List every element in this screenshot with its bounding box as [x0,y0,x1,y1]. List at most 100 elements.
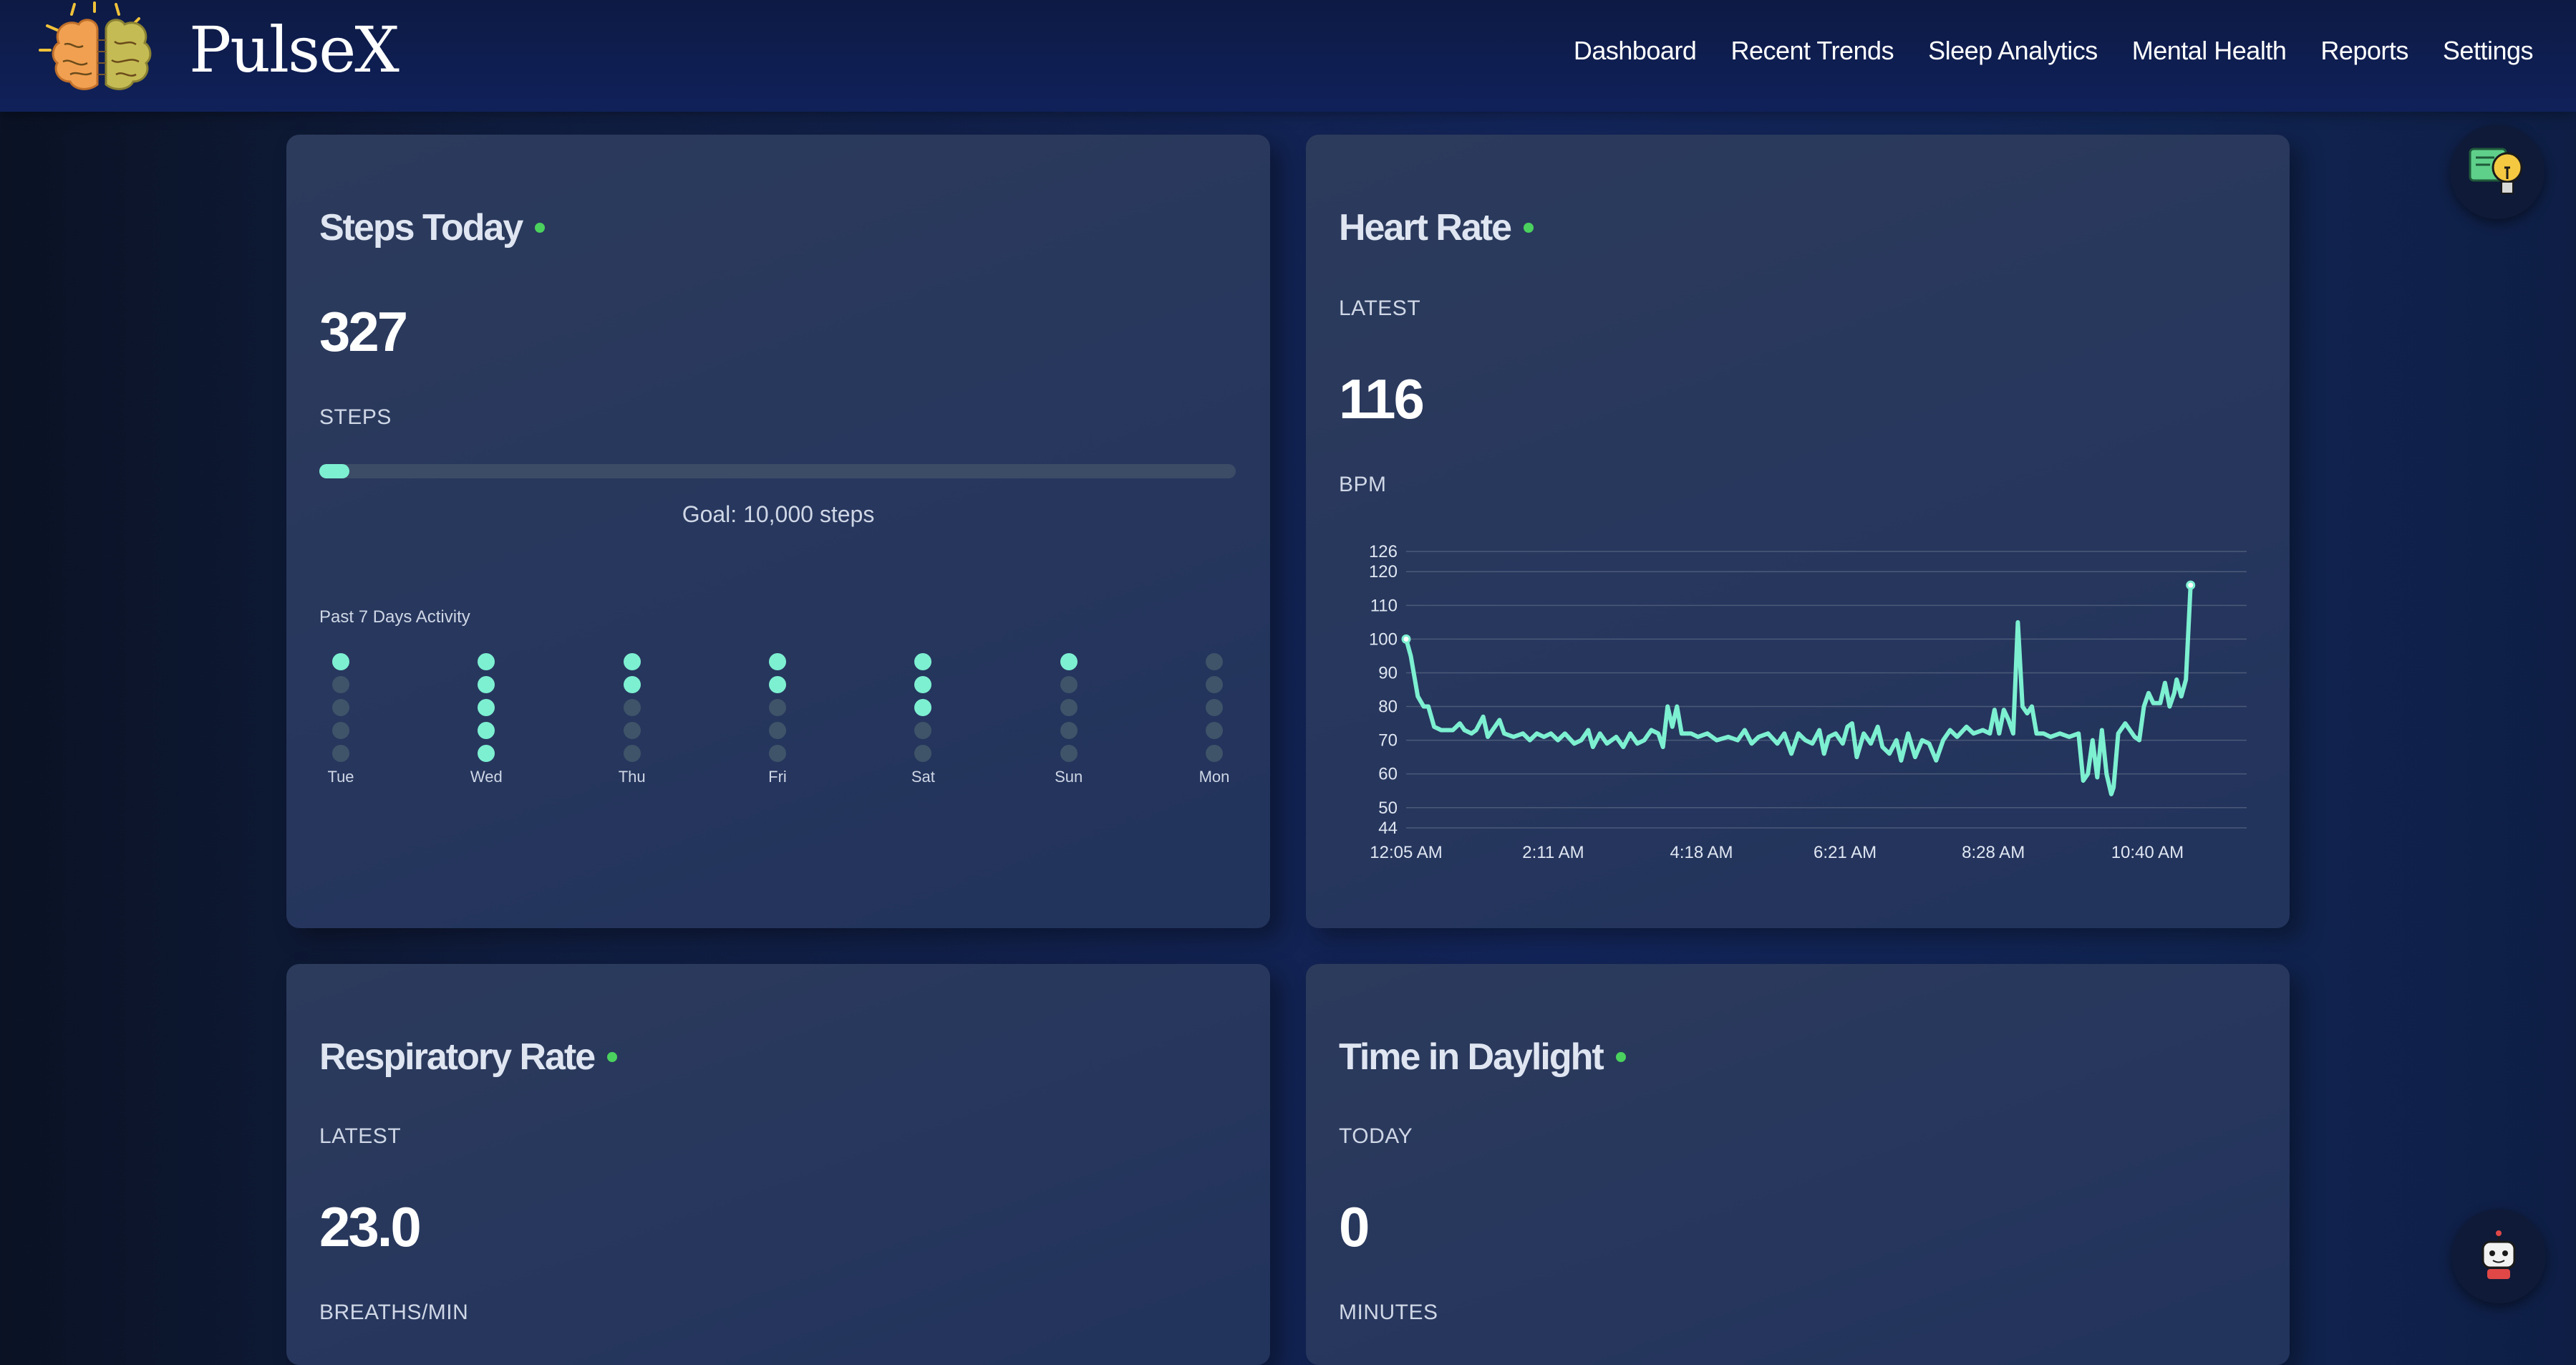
y-tick-label: 44 [1378,819,1398,838]
live-status-dot [1524,223,1534,233]
activity-dot [478,745,495,762]
activity-dot [623,699,641,716]
x-tick-label: 2:11 AM [1522,843,1584,862]
daylight-sublabel: TODAY [1339,1124,1413,1148]
y-tick-label: 100 [1369,630,1398,649]
past-7-days-label: Past 7 Days Activity [319,607,470,627]
help-tips-button[interactable] [2450,125,2544,219]
activity-dot [623,722,641,739]
activity-dot [914,745,932,762]
x-tick-label: 6:21 AM [1814,843,1877,862]
day-label: Sat [911,768,935,786]
activity-dot [623,745,641,762]
activity-dot [1206,722,1223,739]
x-tick-label: 8:28 AM [1962,843,2025,862]
activity-dot [1060,699,1078,716]
app-name: PulseX [189,13,400,87]
robot-assistant-icon [2481,1230,2516,1279]
daylight-card-title: Time in Daylight [1339,1036,1626,1079]
activity-dot [1060,676,1078,693]
daylight-title-text: Time in Daylight [1339,1036,1604,1078]
y-tick-label: 126 [1369,542,1398,561]
nav-sleep-analytics[interactable]: Sleep Analytics [1928,36,2098,66]
day-column-wed: Wed [465,653,508,786]
nav-settings[interactable]: Settings [2443,36,2534,66]
heart-title-text: Heart Rate [1339,207,1512,249]
live-status-dot [607,1052,618,1062]
live-status-dot [1615,1052,1626,1062]
day-label: Mon [1199,768,1230,786]
heart-rate-series-line [1404,584,2193,796]
resp-sublabel: LATEST [319,1124,402,1148]
heart-rate-chart: 4450 60 70 80 90 100 110 120126 12:05 AM 2:11 AM 4… [1369,542,2247,862]
activity-dot [332,722,349,739]
brain-logo-icon [39,1,152,90]
activity-dot [478,676,495,693]
nav-reports[interactable]: Reports [2320,36,2408,66]
resp-title-text: Respiratory Rate [319,1036,596,1078]
day-label: Thu [618,768,646,786]
activity-dot [769,653,786,670]
y-tick-label: 80 [1378,698,1398,717]
activity-dot [1060,722,1078,739]
activity-dot [1206,745,1223,762]
activity-dot [769,745,786,762]
activity-dot [914,722,932,739]
heart-rate-unit: BPM [1339,473,1387,496]
activity-dot [914,653,932,670]
heart-sublabel: LATEST [1339,296,1421,320]
series-latest-point [2186,580,2196,590]
activity-dot [769,676,786,693]
steps-card-title: Steps Today [319,206,546,249]
activity-dot [623,653,641,670]
heart-card-title: Heart Rate [1339,206,1534,249]
past-7-days-activity: Tue Wed Thu Fri Sat Sun Mon [319,653,1236,796]
heart-rate-value: 116 [1339,367,1425,430]
activity-dot [332,745,349,762]
series-start-point [1401,634,1411,644]
live-status-dot [535,223,546,233]
resp-rate-unit: BREATHS/MIN [319,1301,469,1324]
y-tick-label: 90 [1378,663,1398,682]
respiratory-rate-card: Respiratory Rate LATEST 23.0 BREATHS/MIN [286,964,1270,1365]
activity-dot [623,676,641,693]
activity-dot [1206,676,1223,693]
activity-dot [1060,653,1078,670]
activity-dot [769,699,786,716]
y-tick-label: 120 [1369,562,1398,582]
day-label: Tue [327,768,354,786]
activity-dot [332,676,349,693]
steps-title-text: Steps Today [319,207,523,249]
steps-progress-bar [319,464,1236,478]
day-label: Wed [470,768,503,786]
day-column-sun: Sun [1047,653,1090,786]
activity-dot [769,722,786,739]
activity-dot [1060,745,1078,762]
activity-dot [332,699,349,716]
activity-dot [914,676,932,693]
activity-dot [1206,699,1223,716]
day-column-fri: Fri [756,653,799,786]
day-column-thu: Thu [611,653,654,786]
daylight-value: 0 [1339,1195,1370,1258]
activity-dot [478,699,495,716]
day-column-tue: Tue [319,653,362,786]
nav-recent-trends[interactable]: Recent Trends [1730,36,1894,66]
y-tick-label: 110 [1370,596,1398,615]
app-logo[interactable]: PulseX [32,0,400,107]
ai-assistant-button[interactable] [2451,1209,2546,1303]
main-nav: Dashboard Recent Trends Sleep Analytics … [1539,36,2534,66]
activity-dot [1206,653,1223,670]
activity-dot [332,653,349,670]
x-tick-label: 4:18 AM [1670,843,1733,862]
day-label: Sun [1055,768,1083,786]
day-column-mon: Mon [1193,653,1236,786]
y-tick-label: 70 [1378,731,1398,751]
nav-dashboard[interactable]: Dashboard [1574,36,1697,66]
day-label: Fri [768,768,787,786]
y-tick-label: 50 [1378,799,1398,818]
x-tick-label: 10:40 AM [2111,843,2184,862]
y-tick-label: 60 [1378,765,1398,784]
nav-mental-health[interactable]: Mental Health [2132,36,2287,66]
activity-dot [914,699,932,716]
